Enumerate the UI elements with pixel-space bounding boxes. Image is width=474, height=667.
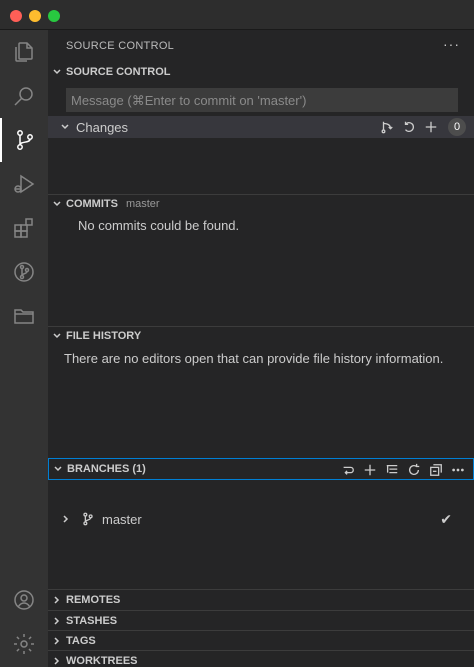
maximize-window-button[interactable] [48, 10, 60, 22]
more-actions-button[interactable]: ··· [443, 36, 460, 52]
section-title: COMMITS [66, 198, 118, 210]
branches-actions [339, 461, 467, 479]
search-button[interactable] [0, 74, 48, 118]
account-icon [14, 590, 34, 610]
section-title: TAGS [66, 635, 96, 647]
chevron-right-icon [48, 656, 66, 666]
run-debug-icon [14, 174, 35, 194]
activity-bar [0, 30, 48, 667]
section-title: STASHES [66, 615, 118, 627]
refresh-button[interactable] [405, 461, 423, 479]
git-graph-icon [14, 262, 34, 282]
switch-branch-button[interactable] [339, 461, 357, 479]
stage-all-button[interactable] [422, 118, 440, 136]
chevron-down-icon [48, 331, 66, 341]
search-icon [14, 87, 33, 106]
gear-icon [14, 634, 34, 654]
section-worktrees-header[interactable]: WORKTREES [48, 650, 474, 667]
list-tree-icon [386, 464, 398, 474]
close-window-button[interactable] [10, 10, 22, 22]
section-tags-header[interactable]: TAGS [48, 630, 474, 652]
section-remotes-header[interactable]: REMOTES [48, 589, 474, 611]
source-control-icon [17, 130, 33, 150]
commit-message-input[interactable] [66, 88, 458, 112]
changes-group[interactable]: Changes 0 [48, 116, 474, 138]
accounts-button[interactable] [0, 578, 48, 622]
changes-actions: 0 [378, 118, 466, 136]
discard-changes-button[interactable] [400, 118, 418, 136]
plus-icon [425, 121, 437, 133]
chevron-down-icon [56, 122, 74, 132]
section-file-history-header[interactable]: FILE HISTORY [48, 325, 474, 347]
section-stashes-header[interactable]: STASHES [48, 610, 474, 632]
more-branch-actions-button[interactable] [449, 461, 467, 479]
git-compare-icon [381, 121, 393, 134]
file-history-empty-message: There are no editors open that can provi… [64, 351, 444, 366]
extensions-button[interactable] [0, 206, 48, 250]
run-debug-button[interactable] [0, 162, 48, 206]
chevron-down-icon [48, 199, 66, 209]
section-title: WORKTREES [66, 655, 138, 667]
branch-label: master [102, 511, 142, 527]
git-graph-button[interactable] [0, 250, 48, 294]
chevron-right-icon [48, 595, 66, 605]
commits-empty-message: No commits could be found. [78, 218, 240, 233]
minimize-window-button[interactable] [29, 10, 41, 22]
refresh-icon [408, 463, 420, 476]
window-titlebar [0, 0, 474, 30]
chevron-down-icon [49, 464, 67, 474]
ellipsis-icon [452, 468, 464, 472]
section-title: SOURCE CONTROL [66, 66, 171, 78]
create-branch-button[interactable] [361, 461, 379, 479]
chevron-down-icon [48, 67, 66, 77]
discard-icon [404, 121, 414, 132]
section-commits-header[interactable]: COMMITS master [48, 193, 474, 215]
extensions-icon [14, 218, 33, 238]
manage-button[interactable] [0, 622, 48, 666]
explorer-button[interactable] [0, 30, 48, 74]
commits-branch-label: master [125, 198, 160, 210]
chevron-right-icon [48, 616, 66, 626]
collapse-all-button[interactable] [427, 461, 445, 479]
plus-icon [364, 464, 376, 476]
view-as-list-button[interactable] [383, 461, 401, 479]
section-title: BRANCHES (1) [67, 463, 146, 475]
sidebar: SOURCE CONTROL ··· SOURCE CONTROL Change… [48, 30, 474, 667]
current-branch-check-icon: ✔ [440, 510, 452, 527]
files-icon [15, 42, 33, 62]
folder-button[interactable] [0, 294, 48, 338]
section-branches-header[interactable]: BRANCHES (1) [48, 458, 474, 480]
section-title: REMOTES [66, 594, 121, 606]
open-changes-button[interactable] [378, 118, 396, 136]
git-branch-icon [80, 511, 96, 527]
switch-icon [343, 466, 354, 475]
collapse-all-icon [430, 464, 442, 476]
section-title: FILE HISTORY [66, 330, 142, 342]
chevron-right-icon [48, 636, 66, 646]
changes-count-badge: 0 [448, 118, 466, 136]
folder-icon [14, 309, 34, 324]
source-control-button[interactable] [0, 118, 48, 162]
section-source-control-header[interactable]: SOURCE CONTROL [48, 61, 474, 83]
changes-label: Changes [76, 119, 129, 135]
chevron-right-icon [60, 514, 72, 524]
sidebar-title: SOURCE CONTROL [66, 40, 175, 52]
branch-item-master[interactable]: master ✔ [48, 508, 474, 530]
